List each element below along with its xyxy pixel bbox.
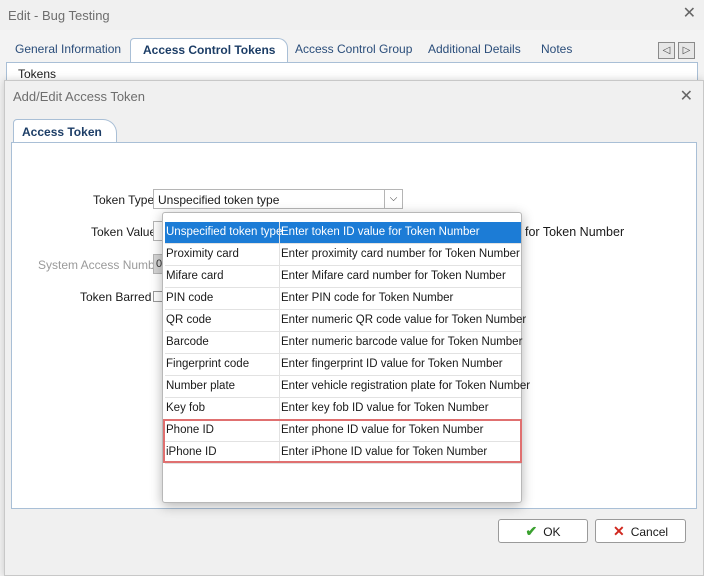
window-title: Edit - Bug Testing [8, 8, 110, 23]
option-name: Unspecified token type [166, 226, 283, 238]
dropdown-option[interactable]: PIN code Enter PIN code for Token Number [165, 288, 521, 310]
option-name: Barcode [166, 336, 209, 348]
cancel-button-label: Cancel [630, 525, 669, 539]
dropdown-option[interactable]: Key fob Enter key fob ID value for Token… [165, 398, 521, 420]
tab-additional-details[interactable]: Additional Details [428, 42, 521, 56]
dropdown-option[interactable]: Fingerprint code Enter fingerprint ID va… [165, 354, 521, 376]
option-hint: Enter vehicle registration plate for Tok… [281, 380, 531, 392]
tab-general-information[interactable]: General Information [15, 42, 121, 56]
ok-button[interactable]: ✔ OK [498, 519, 588, 543]
option-hint: Enter numeric barcode value for Token Nu… [281, 336, 523, 348]
option-hint: Enter Mifare card number for Token Numbe… [281, 270, 506, 282]
tab-strip: General Information Access Control Token… [0, 38, 704, 63]
dropdown-option[interactable]: Phone ID Enter phone ID value for Token … [165, 420, 521, 442]
option-hint: Enter fingerprint ID value for Token Num… [281, 358, 503, 370]
option-name: Number plate [166, 380, 236, 392]
option-name: Fingerprint code [166, 358, 250, 370]
token-value-label: Token Value [91, 225, 157, 239]
option-hint: Enter phone ID value for Token Number [281, 424, 484, 436]
token-barred-label: Token Barred [80, 290, 152, 304]
dropdown-option[interactable]: Proximity card Enter proximity card numb… [165, 244, 521, 266]
token-value-hint: for Token Number [525, 225, 625, 239]
token-type-value: Unspecified token type [158, 193, 280, 207]
dropdown-option[interactable]: Unspecified token type Enter token ID va… [165, 222, 521, 244]
system-access-number-label: System Access Number [38, 258, 166, 272]
dropdown-option[interactable]: iPhone ID Enter iPhone ID value for Toke… [165, 442, 521, 464]
tab-access-control-group[interactable]: Access Control Group [295, 42, 412, 56]
cancel-button[interactable]: ✕ Cancel [595, 519, 686, 543]
token-type-dropdown-list: Unspecified token type Enter token ID va… [162, 212, 530, 503]
option-name: Proximity card [166, 248, 239, 260]
tab-notes[interactable]: Notes [541, 42, 572, 56]
option-name: Key fob [166, 402, 205, 414]
tab-access-control-tokens[interactable]: Access Control Tokens [130, 38, 289, 63]
token-type-label: Token Type [93, 193, 155, 207]
checkmark-icon: ✔ [525, 523, 538, 539]
dropdown-option[interactable]: Number plate Enter vehicle registration … [165, 376, 530, 398]
option-name: Phone ID [166, 424, 214, 436]
option-hint: Enter proximity card number for Token Nu… [281, 248, 520, 260]
cross-icon: ✕ [612, 523, 625, 539]
token-type-select[interactable]: Unspecified token type ⌵ [153, 189, 403, 209]
option-name: QR code [166, 314, 212, 326]
tokens-group-label: Tokens [18, 67, 57, 81]
ok-button-label: OK [543, 525, 561, 539]
dropdown-option[interactable]: QR code Enter numeric QR code value for … [165, 310, 526, 332]
option-hint: Enter key fob ID value for Token Number [281, 402, 489, 414]
dialog-close-icon[interactable]: ✕ [680, 86, 693, 106]
option-name: PIN code [166, 292, 214, 304]
dropdown-option[interactable]: Mifare card Enter Mifare card number for… [165, 266, 521, 288]
dialog-title: Add/Edit Access Token [13, 89, 146, 104]
option-hint: Enter PIN code for Token Number [281, 292, 454, 304]
chevron-down-icon[interactable]: ⌵ [384, 190, 402, 208]
window-close-icon[interactable]: ✕ [683, 6, 696, 22]
tab-access-token[interactable]: Access Token [13, 119, 117, 144]
dropdown-option[interactable]: Barcode Enter numeric barcode value for … [165, 332, 523, 354]
tab-scroll-left-icon[interactable]: ◁ [658, 42, 675, 59]
option-name: Mifare card [166, 270, 224, 282]
option-hint: Enter token ID value for Token Number [281, 226, 480, 238]
window-titlebar: Edit - Bug Testing ✕ [0, 0, 704, 30]
option-name: iPhone ID [166, 446, 217, 458]
option-hint: Enter iPhone ID value for Token Number [281, 446, 488, 458]
tab-scroll-right-icon[interactable]: ▷ [678, 42, 695, 59]
option-hint: Enter numeric QR code value for Token Nu… [281, 314, 527, 326]
